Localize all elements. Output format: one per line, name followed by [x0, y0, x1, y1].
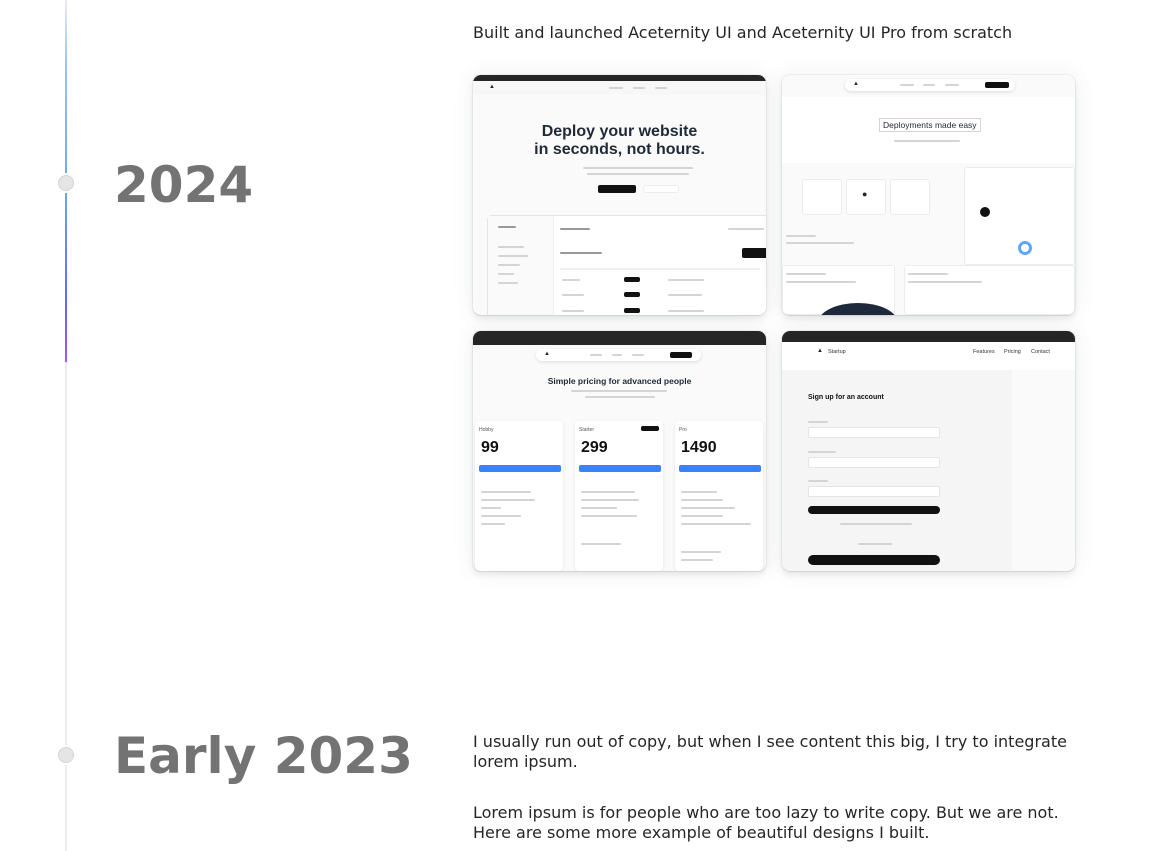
timeline-marker — [56, 173, 76, 193]
plan-price: 99 — [481, 439, 499, 456]
screenshot-card[interactable]: ▲ Deployments made easy ● — [782, 75, 1075, 315]
screenshot-card[interactable]: ▲ Deploy your website in seconds, not ho… — [473, 75, 766, 315]
plan-price: 299 — [581, 439, 608, 456]
timeline-paragraph: I usually run out of copy, but when I se… — [473, 732, 1067, 771]
pricing-plan-card: Starter 299 — [575, 421, 663, 571]
timeline-paragraph: Lorem ipsum is for people who are too la… — [473, 803, 1059, 842]
pricing-plan-card: Hobby 99 — [475, 421, 563, 571]
screen-headline: Sign up for an account — [808, 394, 884, 401]
plan-price: 1490 — [681, 439, 717, 456]
pricing-plan-card: Pro 1490 — [675, 421, 763, 571]
timeline-marker — [56, 745, 76, 765]
screenshot-card[interactable]: ▲ Startup Features Pricing Contact Sign … — [782, 331, 1075, 571]
screen-headline: Deploy your website — [541, 123, 698, 140]
timeline-year: Early 2023 — [114, 727, 413, 785]
screen-headline: Deployments made easy — [879, 118, 981, 132]
screenshot-card[interactable]: ▲ Simple pricing for advanced people Hob… — [473, 331, 766, 571]
screen-brand: Startup — [828, 349, 846, 355]
screen-headline: in seconds, not hours. — [534, 141, 705, 158]
timeline-year: 2024 — [114, 156, 254, 214]
timeline-description: Built and launched Aceternity UI and Ace… — [473, 23, 1013, 42]
screen-headline: Simple pricing for advanced people — [547, 376, 692, 386]
